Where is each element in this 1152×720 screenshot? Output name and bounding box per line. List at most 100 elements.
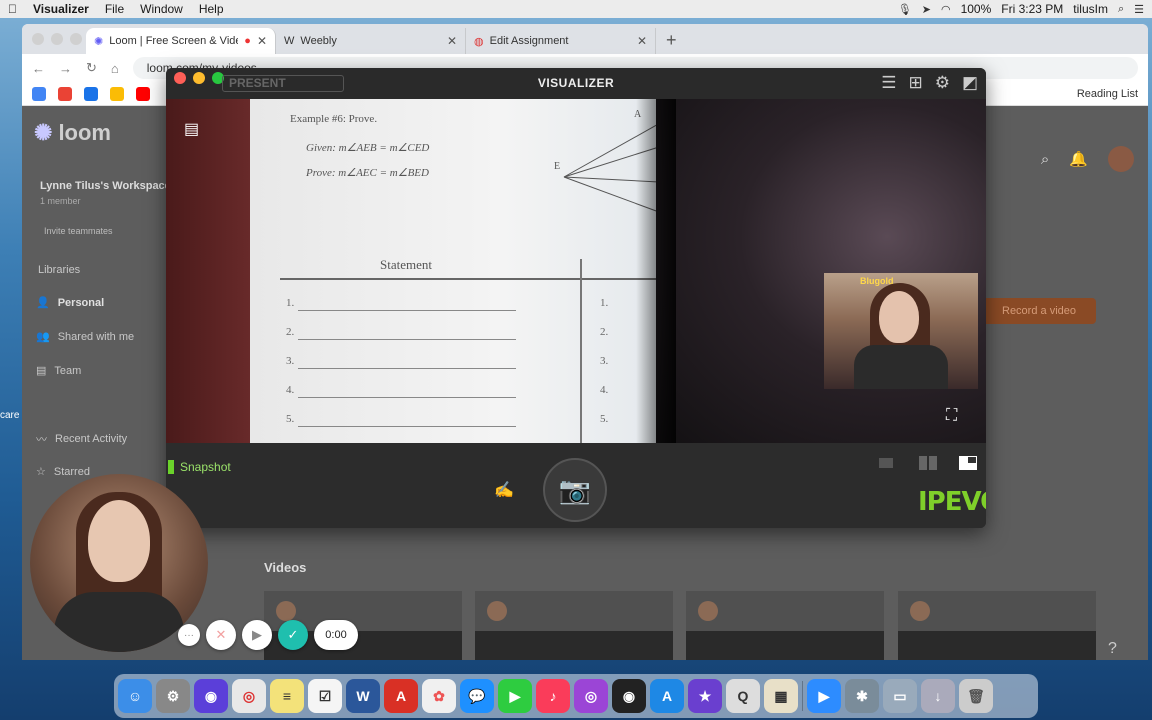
tab-weebly[interactable]: W Weebly ✕ bbox=[276, 28, 466, 54]
calendar-bookmark-icon[interactable] bbox=[84, 86, 98, 101]
imovie-icon[interactable]: ★ bbox=[688, 679, 722, 713]
menu-file[interactable]: File bbox=[105, 2, 124, 16]
help-icon[interactable]: ? bbox=[1108, 640, 1117, 658]
sidebar-item-label: Shared with me bbox=[57, 330, 135, 343]
quicktime-icon[interactable]: Q bbox=[726, 679, 760, 713]
reading-list-button[interactable]: Reading List bbox=[1077, 88, 1138, 100]
google-bookmark-icon[interactable] bbox=[32, 86, 46, 101]
new-tab-icon[interactable]: + bbox=[656, 30, 687, 54]
trash-icon[interactable]: 🗑 bbox=[959, 679, 993, 713]
photos-icon[interactable]: ✿ bbox=[422, 679, 456, 713]
camera-feed[interactable]: Example #6: Prove. Given: m∠AEB = m∠CED … bbox=[166, 99, 986, 443]
capture-button[interactable]: 📷 bbox=[543, 458, 607, 522]
preview-icon[interactable]: ▭ bbox=[883, 679, 917, 713]
record-video-button[interactable]: Record a video bbox=[982, 298, 1096, 324]
annotate-pen-icon[interactable]: ✍ bbox=[494, 480, 514, 500]
star-icon: ☆ bbox=[36, 466, 46, 478]
sidebar-item-team[interactable]: ▤ Team bbox=[36, 364, 82, 378]
calculator-icon[interactable]: ▦ bbox=[764, 679, 798, 713]
messages-icon[interactable]: 💬 bbox=[460, 679, 494, 713]
home-icon[interactable]: ⌂ bbox=[111, 61, 119, 76]
forward-icon[interactable]: → bbox=[59, 61, 72, 76]
tab-edit-assignment[interactable]: ◍ Edit Assignment ✕ bbox=[466, 28, 656, 54]
close-tab-icon[interactable]: ✕ bbox=[447, 34, 457, 48]
tab-loom[interactable]: ✺ Loom | Free Screen & Vide ● ✕ bbox=[86, 28, 276, 54]
video-card[interactable] bbox=[898, 591, 1096, 660]
invite-teammates-link[interactable]: Invite teammates bbox=[44, 226, 113, 236]
sidebar-item-shared[interactable]: 👥 Shared with me bbox=[36, 330, 135, 344]
close-window-button[interactable] bbox=[32, 33, 44, 45]
document-list-icon[interactable]: ▤ bbox=[184, 119, 199, 139]
sidebar-item-recent-activity[interactable]: 〰 Recent Activity bbox=[36, 431, 127, 447]
row-number: 4. bbox=[286, 384, 295, 396]
menu-help[interactable]: Help bbox=[199, 2, 224, 16]
desk-surface bbox=[166, 99, 256, 443]
menu-app-name[interactable]: Visualizer bbox=[33, 2, 89, 16]
snapshot-toggle[interactable]: Snapshot bbox=[168, 460, 231, 474]
search-icon[interactable]: ⌕ bbox=[1041, 151, 1049, 168]
video-card[interactable] bbox=[686, 591, 884, 660]
bell-icon[interactable]: 🔔 bbox=[1069, 150, 1088, 168]
workspace-name[interactable]: Lynne Tilus's Workspace bbox=[40, 180, 171, 192]
back-icon[interactable]: ← bbox=[32, 61, 45, 76]
downloads-icon[interactable]: ↓ bbox=[921, 679, 955, 713]
battery-label[interactable]: 100% bbox=[961, 2, 992, 16]
visualizer-dock-icon[interactable]: ◉ bbox=[612, 679, 646, 713]
cancel-recording-icon[interactable]: ✕ bbox=[206, 620, 236, 650]
window-controls bbox=[32, 33, 82, 45]
video-card[interactable] bbox=[475, 591, 673, 660]
wifi-icon[interactable]: ◠ bbox=[941, 3, 951, 16]
close-tab-icon[interactable]: ✕ bbox=[637, 34, 647, 48]
finish-recording-icon[interactable]: ✓ bbox=[278, 620, 308, 650]
sidebar-item-label: Team bbox=[54, 364, 82, 377]
clock[interactable]: Fri 3:23 PM bbox=[1001, 2, 1063, 16]
facetime-icon[interactable]: ▶ bbox=[498, 679, 532, 713]
reload-icon[interactable]: ↻ bbox=[86, 60, 97, 76]
chrome-icon[interactable]: ◎ bbox=[232, 679, 266, 713]
menu-window[interactable]: Window bbox=[140, 2, 183, 16]
music-icon[interactable]: ♪ bbox=[536, 679, 570, 713]
youtube-bookmark-icon[interactable] bbox=[136, 86, 150, 101]
location-icon[interactable]: ➤ bbox=[922, 3, 931, 16]
user-name[interactable]: tilusIm bbox=[1073, 2, 1108, 16]
split-view-icon[interactable] bbox=[918, 455, 938, 471]
system-preferences-icon[interactable]: ⚙ bbox=[156, 679, 190, 713]
siri-icon[interactable]: ◉ bbox=[194, 679, 228, 713]
notes-icon[interactable]: ≡ bbox=[270, 679, 304, 713]
app-store-icon[interactable]: A bbox=[650, 679, 684, 713]
apple-icon[interactable]:  bbox=[8, 2, 17, 16]
more-options-icon[interactable]: ··· bbox=[178, 624, 200, 646]
zoom-icon[interactable]: ▶ bbox=[807, 679, 841, 713]
minimize-panel-icon[interactable]: ◩ bbox=[962, 73, 978, 93]
pause-recording-icon[interactable]: ▶ bbox=[242, 620, 272, 650]
sidebar-item-personal[interactable]: 👤 Personal bbox=[36, 296, 104, 310]
webcam-pip[interactable]: Blugold bbox=[824, 273, 978, 389]
gmail-bookmark-icon[interactable] bbox=[58, 86, 72, 101]
podcasts-icon[interactable]: ◎ bbox=[574, 679, 608, 713]
avatar[interactable] bbox=[1108, 146, 1134, 172]
list-icon[interactable]: ☰ bbox=[881, 73, 896, 93]
zoom-window-button[interactable] bbox=[70, 33, 82, 45]
reminders-icon[interactable]: ☑ bbox=[308, 679, 342, 713]
microphone-icon[interactable]: 🎙 bbox=[898, 3, 912, 16]
point-label-e: E bbox=[554, 161, 561, 172]
sidebar-item-starred[interactable]: ☆ Starred bbox=[36, 465, 90, 479]
fit-screen-icon[interactable]: ⛶ bbox=[946, 407, 957, 425]
control-center-icon[interactable]: ☰ bbox=[1134, 3, 1144, 16]
recording-dot-icon: ● bbox=[244, 35, 251, 47]
loom-wordmark: loom bbox=[58, 120, 111, 145]
gear-icon[interactable]: ⚙ bbox=[935, 73, 950, 93]
drive-bookmark-icon[interactable] bbox=[110, 86, 124, 101]
add-window-icon[interactable]: ⊞ bbox=[908, 73, 922, 93]
minimize-window-button[interactable] bbox=[51, 33, 63, 45]
acrobat-icon[interactable]: A bbox=[384, 679, 418, 713]
pip-view-icon[interactable] bbox=[958, 455, 978, 471]
network-utility-icon[interactable]: ✱ bbox=[845, 679, 879, 713]
loom-logo[interactable]: ✺ loom bbox=[34, 120, 111, 146]
close-tab-icon[interactable]: ✕ bbox=[257, 34, 267, 48]
single-view-icon[interactable] bbox=[878, 455, 898, 471]
spotlight-search-icon[interactable]: ⌕ bbox=[1118, 3, 1124, 16]
workspace-members: 1 member bbox=[40, 196, 81, 206]
finder-icon[interactable]: ☺ bbox=[118, 679, 152, 713]
word-icon[interactable]: W bbox=[346, 679, 380, 713]
